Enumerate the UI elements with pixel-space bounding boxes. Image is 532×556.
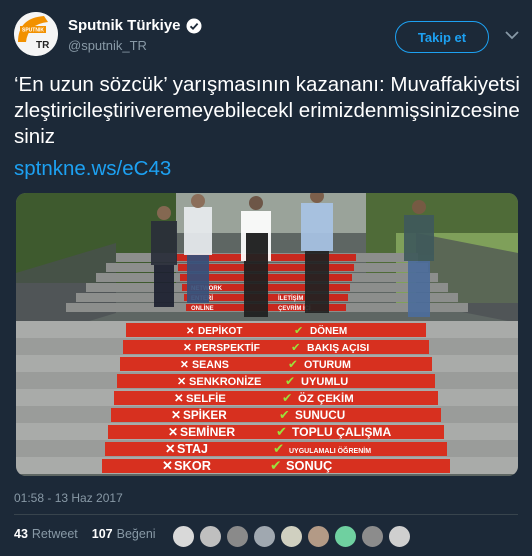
stair-right-word: DÖNEM	[310, 324, 347, 337]
like-label: Beğeni	[116, 527, 156, 541]
upper-stair-label-left: ONLİNE	[191, 305, 214, 312]
stair-wrong-word: SEANS	[192, 359, 229, 371]
avatar[interactable]: SPUTNIK TR	[14, 12, 58, 56]
check-mark-icon: ✔	[282, 390, 292, 405]
check-mark-icon: ✔	[291, 340, 301, 354]
check-mark-icon: ✔	[270, 458, 282, 474]
wrong-mark-icon: ✕	[186, 326, 194, 337]
wrong-mark-icon: ✕	[171, 409, 181, 422]
stair-right-word: SONUÇ	[286, 458, 332, 473]
wrong-mark-icon: ✕	[180, 359, 189, 371]
stair-wrong-word: SENKRONİZE	[189, 375, 261, 388]
like-stat[interactable]: 107 Beğeni	[92, 527, 156, 541]
avatar-logo-text: SPUTNIK	[22, 28, 44, 34]
chevron-down-icon[interactable]	[503, 26, 521, 44]
follow-button[interactable]: Takip et	[395, 21, 489, 53]
display-name[interactable]: Sputnik Türkiye	[68, 17, 181, 34]
check-mark-icon: ✔	[273, 442, 284, 457]
stair-red-band	[123, 340, 429, 354]
handle[interactable]: @sputnik_TR	[68, 38, 202, 53]
stair-wrong-word: STAJ	[177, 442, 208, 456]
stair-wrong-word: DEPİKOT	[198, 324, 242, 337]
stair-red-band	[126, 323, 426, 337]
check-mark-icon: ✔	[285, 374, 295, 388]
stair-right-word: BAKIŞ AÇISI	[307, 343, 369, 354]
liker-avatar[interactable]	[388, 525, 411, 548]
liker-avatars	[172, 525, 411, 548]
stair-wrong-word: PERSPEKTİF	[195, 341, 260, 354]
verified-badge-icon	[186, 18, 202, 33]
liker-avatar[interactable]	[334, 525, 357, 548]
timestamp[interactable]: 01:58 - 13 Haz 2017	[14, 491, 123, 505]
tweet-text: ‘En uzun sözcük’ yarışmasının kazananı: …	[14, 73, 520, 148]
tweet-header: SPUTNIK TR Sputnik Türkiye @sputnik_TR T…	[14, 12, 521, 62]
retweet-count: 43	[14, 527, 28, 541]
divider	[14, 514, 518, 515]
retweet-stat[interactable]: 43 Retweet	[14, 527, 78, 541]
stair-wrong-word: SELFİE	[186, 392, 226, 405]
check-mark-icon: ✔	[288, 357, 298, 371]
stair-right-word: UYGULAMALI ÖĞRENİM	[289, 446, 371, 455]
stairs-image: NETWORKENTERİONLİNEİLETİŞİMÇEVRİM İÇİ✕DE…	[16, 193, 518, 476]
stair-wrong-word: SKOR	[174, 458, 211, 473]
wrong-mark-icon: ✕	[165, 442, 175, 456]
retweet-label: Retweet	[31, 527, 78, 541]
like-count: 107	[91, 527, 113, 541]
liker-avatar[interactable]	[361, 525, 384, 548]
sputnik-logo-icon: SPUTNIK TR	[14, 12, 58, 56]
stair-wrong-word: SEMİNER	[180, 424, 235, 439]
wrong-mark-icon: ✕	[162, 458, 173, 473]
stair-right-word: UYUMLU	[301, 376, 348, 388]
upper-stair-label-right: İLETİŞİM	[278, 295, 303, 302]
stair-right-word: ÖZ ÇEKİM	[298, 392, 354, 405]
liker-avatar[interactable]	[307, 525, 330, 548]
liker-avatar[interactable]	[172, 525, 195, 548]
stair-right-word: SUNUCU	[295, 409, 345, 422]
avatar-tr-text: TR	[36, 40, 50, 51]
wrong-mark-icon: ✕	[183, 343, 192, 354]
stair-right-word: TOPLU ÇALIŞMA	[292, 425, 391, 439]
liker-avatar[interactable]	[199, 525, 222, 548]
stair-wrong-word: SPİKER	[183, 409, 227, 422]
wrong-mark-icon: ✕	[174, 393, 184, 405]
check-mark-icon: ✔	[279, 408, 290, 423]
liker-avatar[interactable]	[280, 525, 303, 548]
stair-red-band	[114, 391, 438, 405]
stair-red-band	[117, 374, 435, 388]
stair-right-word: OTURUM	[304, 359, 351, 371]
check-mark-icon: ✔	[276, 425, 287, 440]
wrong-mark-icon: ✕	[168, 425, 178, 439]
check-mark-icon: ✔	[294, 324, 303, 337]
tweet-link[interactable]: sptnkne.ws/eC43	[14, 156, 522, 182]
liker-avatar[interactable]	[253, 525, 276, 548]
stair-red-band	[120, 357, 432, 371]
tweet-photo[interactable]: NETWORKENTERİONLİNEİLETİŞİMÇEVRİM İÇİ✕DE…	[16, 193, 518, 476]
liker-avatar[interactable]	[226, 525, 249, 548]
wrong-mark-icon: ✕	[177, 376, 186, 388]
tweet-body: ‘En uzun sözcük’ yarışmasının kazananı: …	[14, 72, 522, 182]
stair-red-band	[111, 408, 441, 422]
engagement-stats: 43 Retweet 107 Beğeni	[14, 527, 156, 541]
